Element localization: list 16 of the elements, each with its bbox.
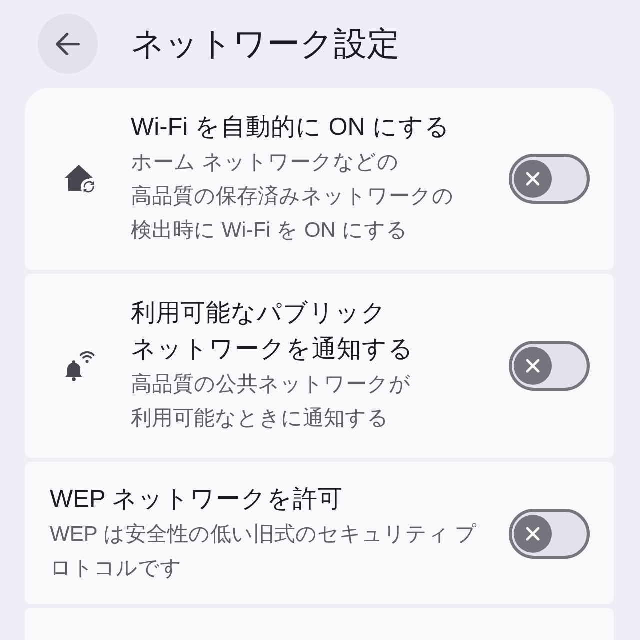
cross-icon (514, 160, 552, 198)
setting-title: 利用可能なパブリックネットワークを通知する (131, 299, 415, 365)
setting-description: WEP は安全性の低い旧式のセキュリティ プロトコルです (50, 522, 478, 582)
page-title: ネットワーク設定 (131, 24, 400, 64)
left-arrow-icon (56, 32, 80, 56)
bell-wifi-icon (64, 350, 96, 382)
toggle-switch[interactable] (509, 154, 590, 204)
cross-icon (514, 347, 552, 385)
toggle-switch[interactable] (509, 341, 590, 391)
setting-title: Wi-Fi を自動的に ON にする (131, 113, 452, 143)
setting-description: ホーム ネットワークなどの高品質の保存済みネットワークの検出時に Wi-Fi を ON にする (131, 150, 455, 244)
setting-description: 高品質の公共ネットワークが利用可能なときに通知する (131, 372, 412, 432)
toggle-switch[interactable] (509, 509, 590, 559)
cross-icon (514, 515, 552, 553)
setting-title: WEP ネットワークを許可 (50, 485, 344, 515)
house-sync-icon (64, 164, 96, 194)
